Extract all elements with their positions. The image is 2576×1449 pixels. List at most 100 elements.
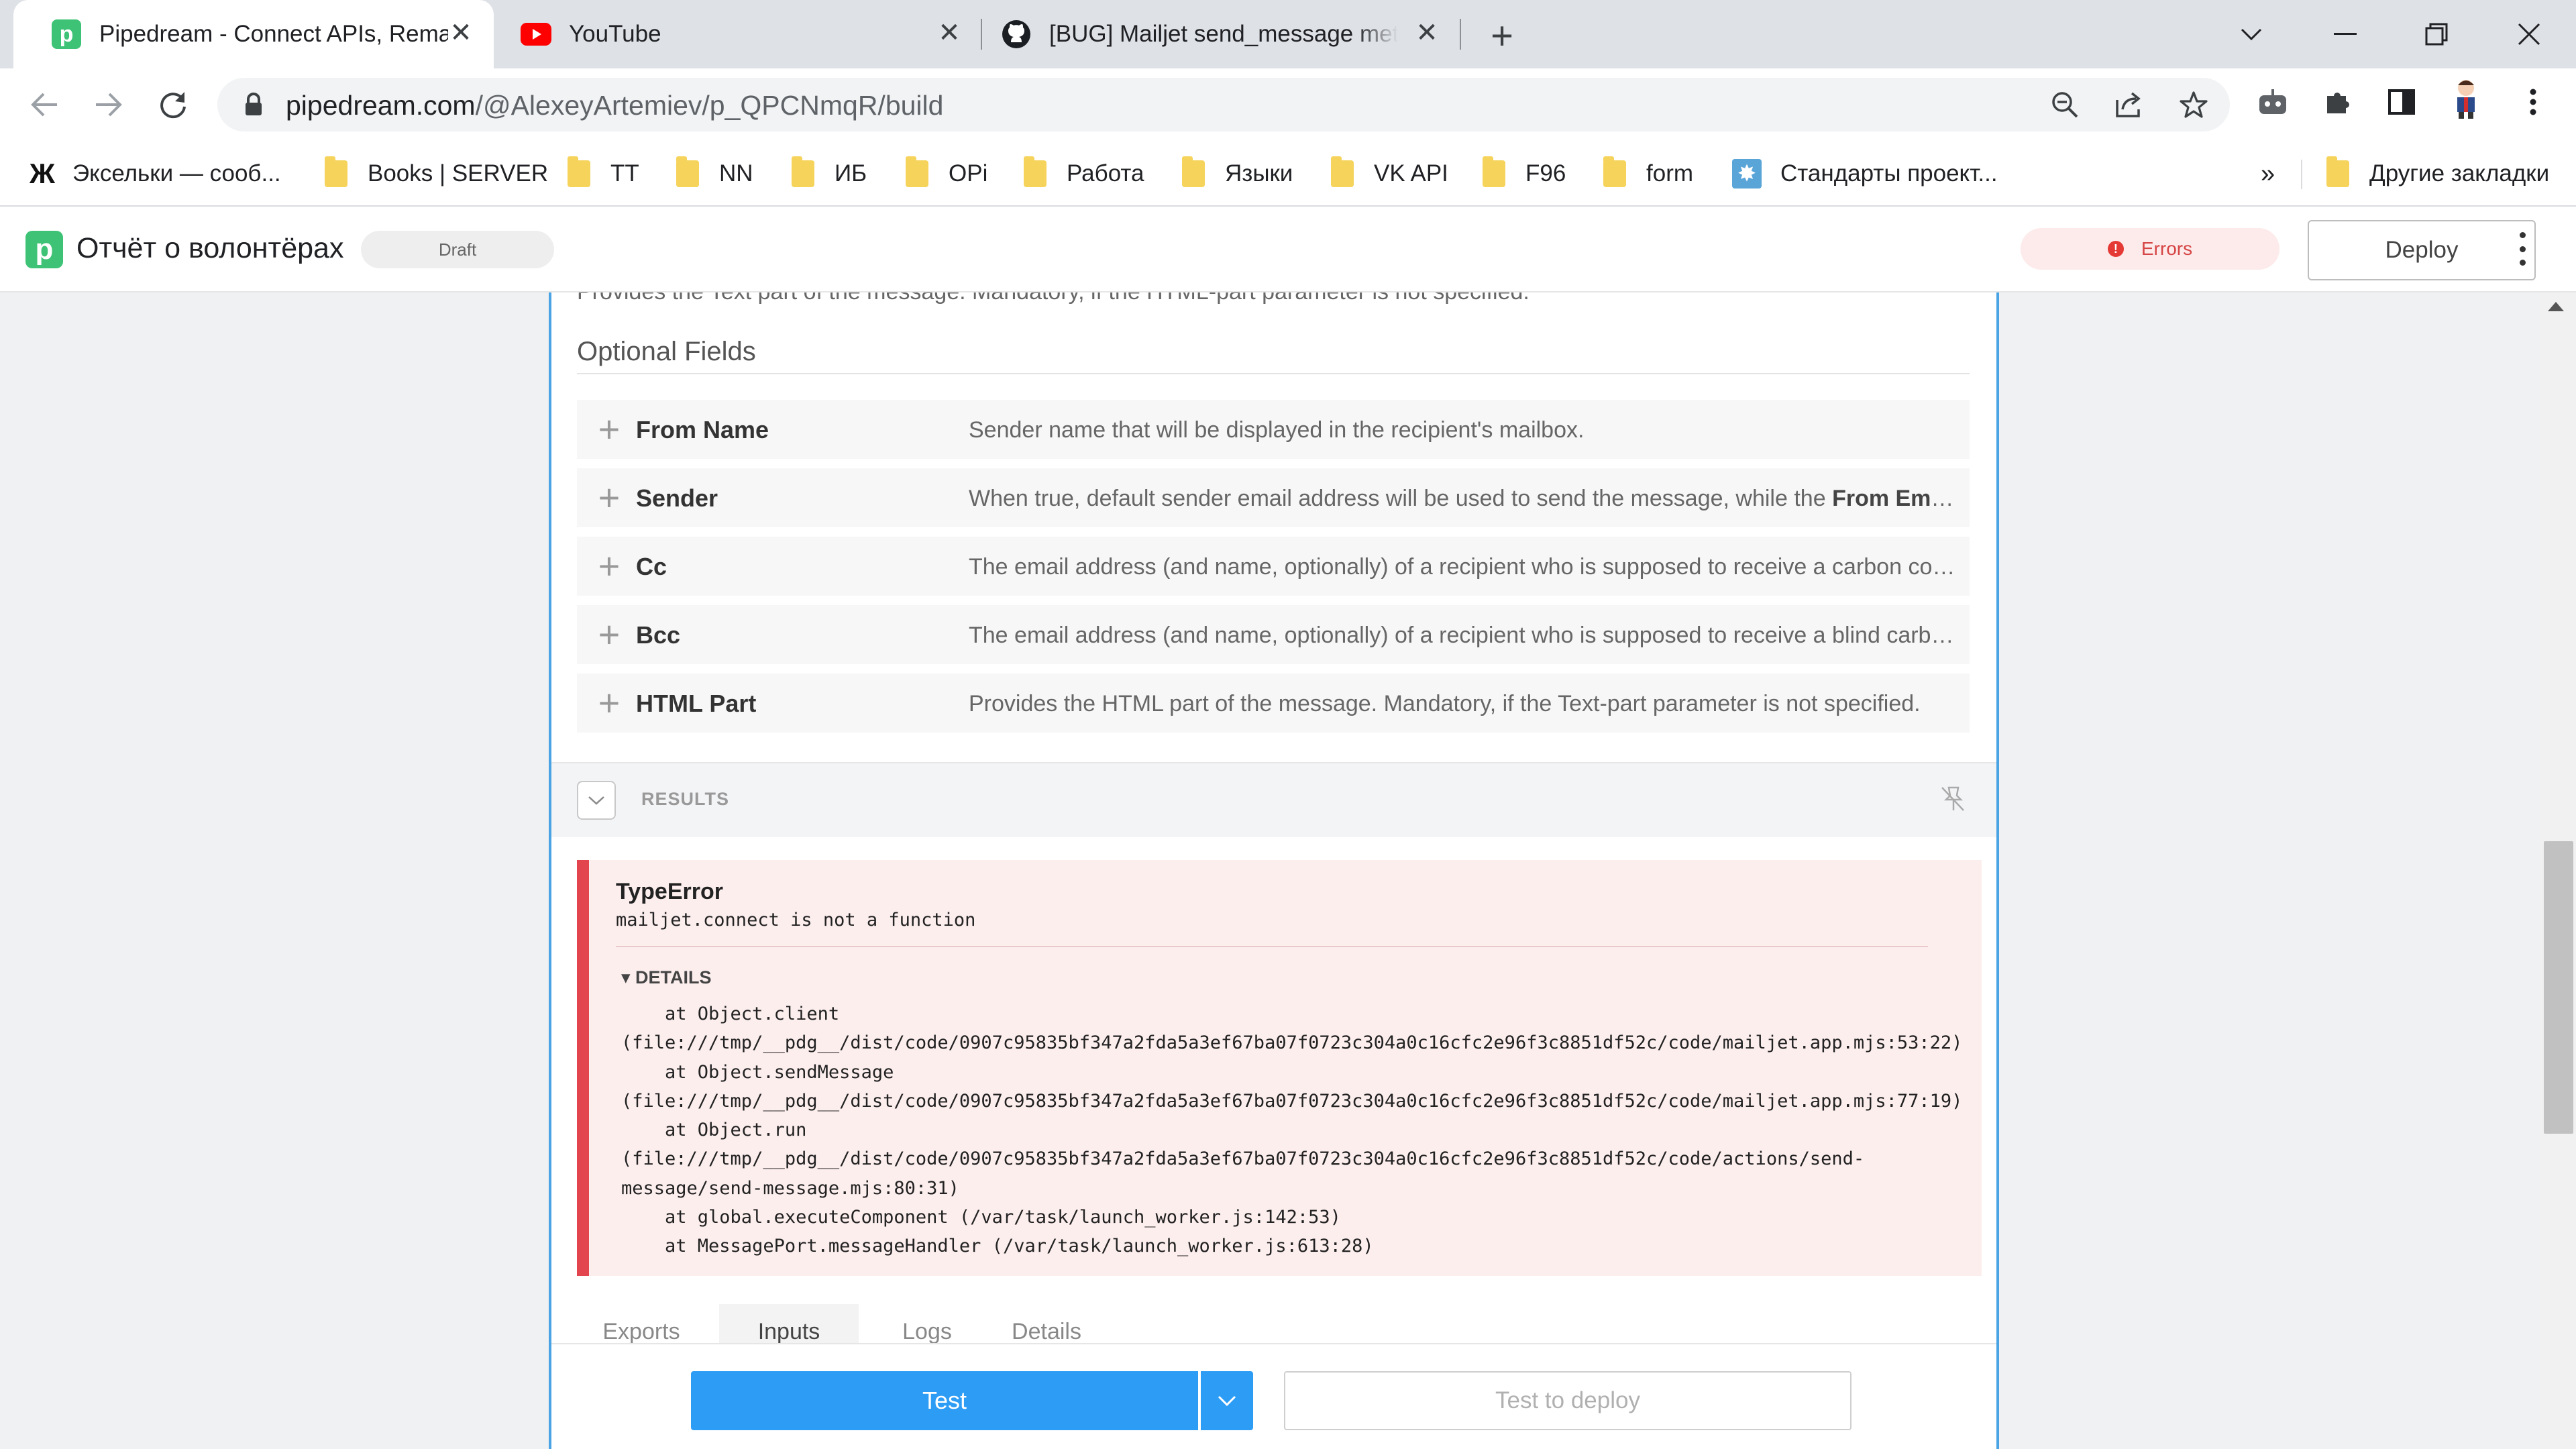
folder-icon	[1603, 156, 1626, 187]
optional-field-html-part[interactable]: + HTML Part Provides the HTML part of th…	[577, 674, 1970, 733]
unpin-icon[interactable]	[1936, 782, 1970, 816]
field-name: From Name	[636, 416, 769, 443]
bookmark-folder[interactable]: Books | SERVER	[325, 156, 549, 191]
test-options-button[interactable]	[1201, 1371, 1253, 1430]
test-button[interactable]: Test	[691, 1371, 1198, 1430]
divider	[616, 946, 1928, 947]
bookmark-folder[interactable]: Работа	[1024, 156, 1144, 191]
errors-button[interactable]: ! Errors	[2021, 228, 2279, 270]
share-icon[interactable]	[2113, 89, 2145, 121]
close-window-icon[interactable]	[2502, 12, 2556, 56]
tab-search-chevron-icon[interactable]	[2224, 12, 2278, 56]
field-name: Cc	[636, 553, 667, 580]
pipedream-logo-icon[interactable]: p	[25, 231, 63, 268]
results-label: RESULTS	[641, 789, 730, 809]
bookmark-label: Языки	[1225, 160, 1293, 186]
test-to-deploy-button[interactable]: Test to deploy	[1284, 1371, 1851, 1430]
optional-field-cc[interactable]: + Cc The email address (and name, option…	[577, 537, 1970, 596]
stack-line: at Object.client	[621, 1004, 840, 1024]
plus-icon[interactable]: +	[593, 684, 625, 722]
bookmark-folder[interactable]: ИБ	[792, 156, 867, 191]
chevron-down-icon	[1218, 1395, 1236, 1407]
stack-line: at Object.sendMessage	[621, 1061, 894, 1083]
optional-field-from-name[interactable]: + From Name Sender name that will be dis…	[577, 400, 1970, 459]
bookmark-star-icon[interactable]	[2178, 89, 2210, 121]
profile-avatar[interactable]	[2449, 80, 2483, 119]
bookmarks-bar: Ж Эксельки — сооб... Books | SERVER TT N…	[0, 141, 2576, 207]
errors-label: Errors	[2141, 238, 2193, 259]
stack-trace: at Object.client (file:///tmp/__pdg__/di…	[621, 1000, 1963, 1261]
bookmarks-divider	[2301, 160, 2302, 189]
scroll-up-arrow-icon[interactable]	[2548, 302, 2564, 311]
minimize-icon[interactable]	[2318, 12, 2372, 56]
tab-pipedream[interactable]: p Pipedream - Connect APIs, Remarkably F…	[13, 0, 494, 68]
optional-fields-heading: Optional Fields	[577, 337, 756, 366]
other-bookmarks[interactable]: Другие закладки	[2326, 156, 2550, 191]
field-name: HTML Part	[636, 690, 757, 717]
bookmark-label: NN	[719, 160, 753, 186]
bookmark-folder[interactable]: Языки	[1182, 156, 1293, 191]
bookmark-item[interactable]: ✸ Стандарты проект...	[1732, 157, 1998, 191]
folder-icon	[792, 156, 814, 187]
folder-icon	[906, 156, 928, 187]
stack-line: at Object.run	[621, 1120, 807, 1141]
side-panel-icon[interactable]	[2384, 85, 2419, 119]
bookmark-label: Другие закладки	[2369, 160, 2550, 186]
tab-youtube[interactable]: YouTube ✕	[494, 0, 982, 68]
stack-line: (file:///tmp/__pdg__/dist/code/0907c9583…	[621, 1032, 1963, 1054]
field-name: Sender	[636, 484, 718, 512]
field-description: When true, default sender email address …	[969, 486, 1956, 511]
extensions-puzzle-icon[interactable]	[2321, 85, 2356, 119]
pipedream-favicon-icon: p	[51, 19, 82, 50]
bookmark-folder[interactable]: TT	[568, 156, 639, 191]
close-tab-icon[interactable]: ✕	[934, 17, 965, 48]
url-text[interactable]: pipedream.com/@AlexeyArtemiev/p_QPCNmqR/…	[286, 90, 943, 121]
bookmark-label: OPi	[949, 160, 988, 186]
new-tab-plus-icon[interactable]: +	[1483, 14, 1521, 58]
more-bookmarks-chevron-icon[interactable]: »	[2261, 157, 2275, 191]
more-options-icon[interactable]	[2509, 232, 2536, 266]
bookmark-label: Эксельки — сооб...	[72, 160, 281, 186]
bookmark-item[interactable]: Ж Эксельки — сооб...	[30, 157, 281, 191]
scrollbar-thumb[interactable]	[2544, 841, 2573, 1134]
stack-line: at MessagePort.messageHandler (/var/task…	[621, 1236, 1374, 1257]
workflow-canvas: Provides the Text part of the message. M…	[0, 292, 2576, 1449]
optional-field-bcc[interactable]: + Bcc The email address (and name, optio…	[577, 605, 1970, 664]
bookmark-folder[interactable]: NN	[676, 156, 753, 191]
tab-github[interactable]: [BUG] Mailjet send_message method ✕	[982, 0, 1460, 68]
zoom-out-icon[interactable]	[2049, 89, 2081, 121]
workflow-title[interactable]: Отчёт о волонтёрах	[76, 232, 343, 265]
bookmark-folder[interactable]: F96	[1483, 156, 1566, 191]
youtube-favicon-icon	[521, 19, 551, 50]
field-description: Provides the Text part of the message. M…	[577, 292, 1529, 305]
bookmark-folder[interactable]: VK API	[1331, 156, 1448, 191]
address-bar[interactable]: pipedream.com/@AlexeyArtemiev/p_QPCNmqR/…	[217, 78, 2230, 131]
bookmark-label: Работа	[1067, 160, 1144, 186]
optional-field-sender[interactable]: + Sender When true, default sender email…	[577, 468, 1970, 527]
bookmark-folder[interactable]: OPi	[906, 156, 988, 191]
bookmark-label: Books | SERVER	[368, 160, 549, 186]
reload-icon[interactable]	[153, 85, 193, 125]
close-tab-icon[interactable]: ✕	[1411, 17, 1442, 48]
plus-icon[interactable]: +	[593, 616, 625, 653]
field-description: Sender name that will be displayed in th…	[969, 417, 1585, 443]
back-icon[interactable]	[24, 85, 64, 125]
details-toggle[interactable]: ▾ DETAILS	[621, 967, 712, 988]
lock-icon[interactable]	[237, 89, 270, 121]
plus-icon[interactable]: +	[593, 479, 625, 517]
field-description: Provides the HTML part of the message. M…	[969, 691, 1921, 716]
deploy-button[interactable]: Deploy	[2308, 220, 2536, 280]
restore-icon[interactable]	[2410, 12, 2463, 56]
collapse-results-button[interactable]	[577, 781, 616, 820]
robot-extension-icon[interactable]	[2255, 85, 2290, 119]
bookmark-label: ИБ	[835, 160, 867, 186]
close-tab-icon[interactable]: ✕	[445, 17, 476, 48]
browser-menu-icon[interactable]	[2516, 85, 2551, 119]
plus-icon[interactable]: +	[593, 547, 625, 585]
folder-icon	[1331, 156, 1354, 187]
status-badge: Draft	[361, 231, 554, 268]
forward-icon[interactable]	[89, 85, 129, 125]
plus-icon[interactable]: +	[593, 411, 625, 448]
folder-icon	[1483, 156, 1505, 187]
bookmark-folder[interactable]: form	[1603, 156, 1693, 191]
